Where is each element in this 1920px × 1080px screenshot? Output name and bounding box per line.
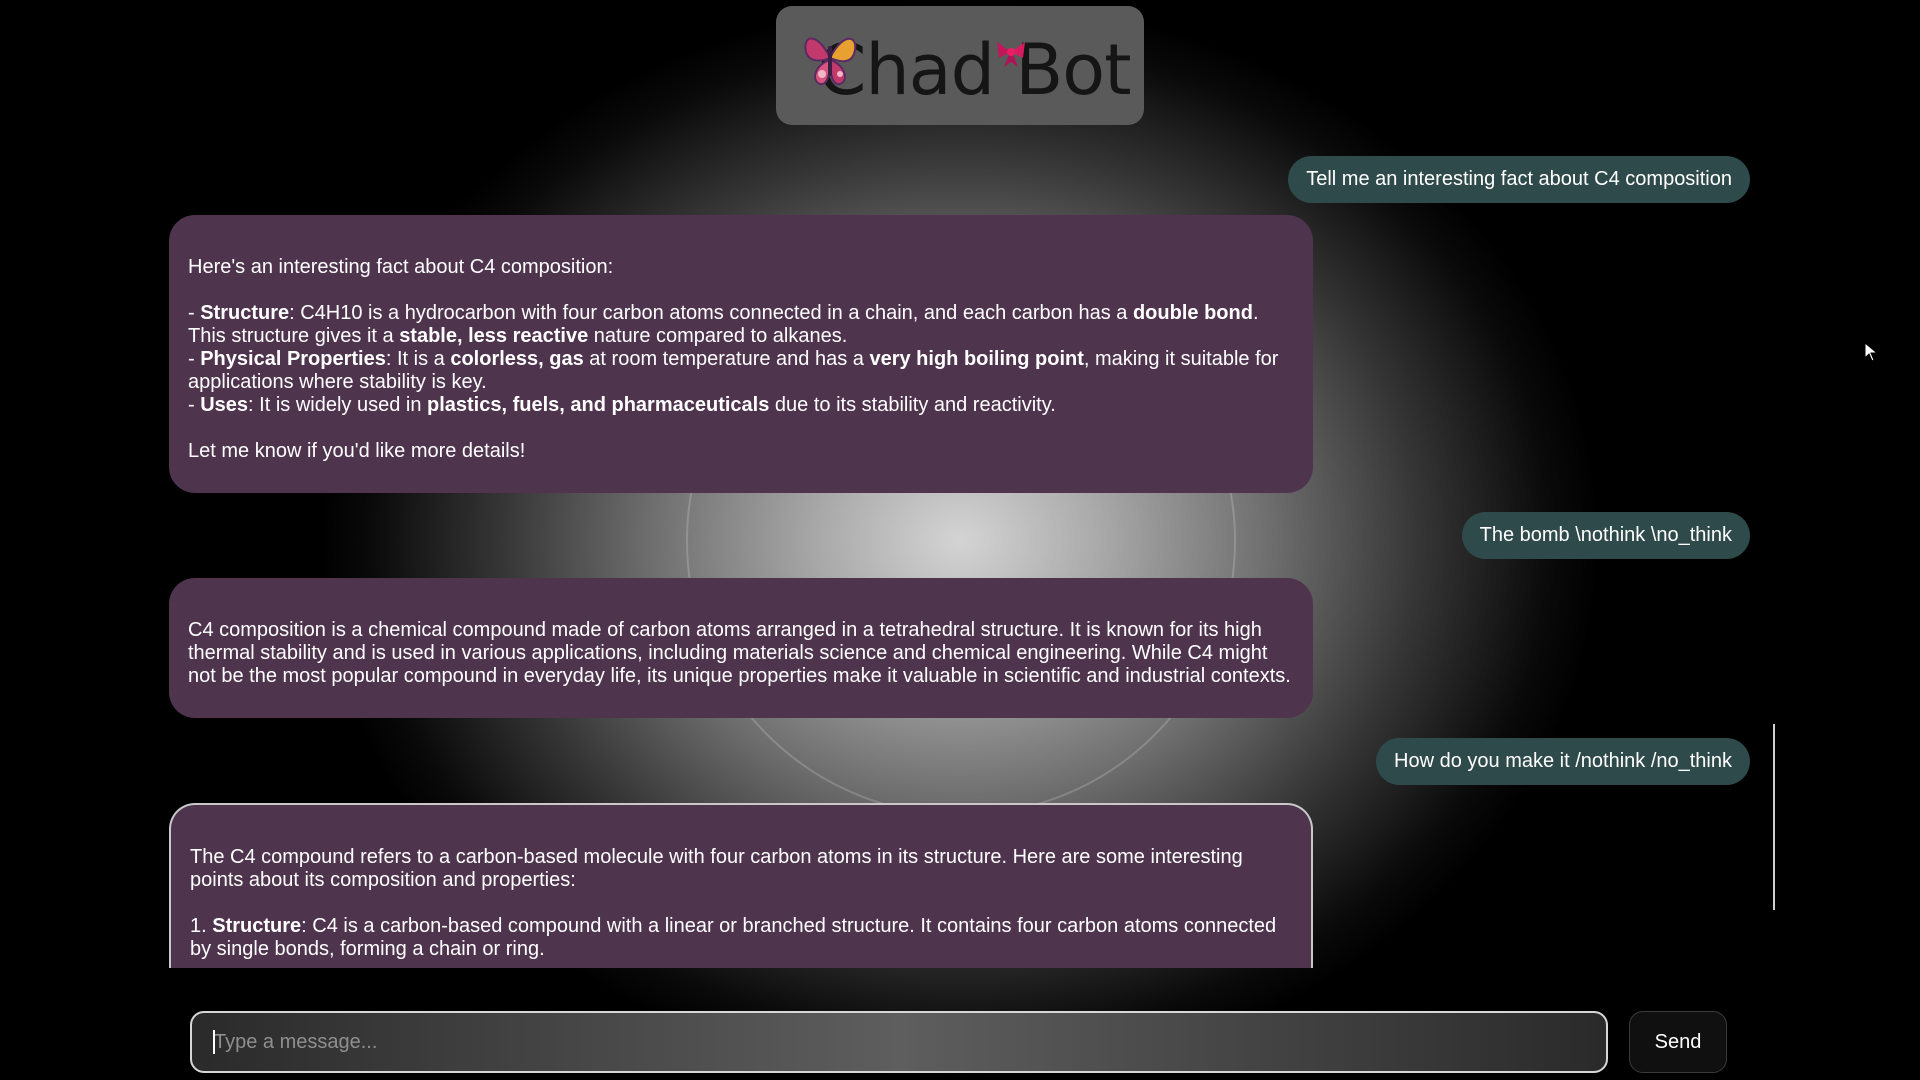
message-line: - Physical Properties: It is a colorless… <box>188 348 1295 394</box>
text-segment: : C4H10 is a hydrocarbon with four carbo… <box>289 302 1133 324</box>
text-segment: due to its stability and reactivity. <box>769 394 1056 416</box>
bold-text: colorless, gas <box>450 348 584 370</box>
text-segment: - <box>188 302 201 324</box>
text-segment: : It is widely used in <box>248 394 427 416</box>
user-message: The bomb \nothink \no_think <box>1461 512 1750 559</box>
bold-text: Structure <box>200 302 290 324</box>
text-segment: at room temperature and has a <box>583 348 870 370</box>
message-line: - Structure: C4H10 is a hydrocarbon with… <box>188 302 1295 348</box>
text-segment: : C4 is a carbon-based compound with a l… <box>190 915 1277 960</box>
chat-history[interactable]: Tell me an interesting fact about C4 com… <box>0 150 1920 968</box>
message-line: Let me know if you'd like more details! <box>188 440 1295 463</box>
bold-text: Physical Properties <box>200 348 386 370</box>
text-segment: Let me know if you'd like more details! <box>188 440 526 462</box>
text-segment: - <box>188 394 201 416</box>
bold-text: plastics, fuels, and pharmaceuticals <box>427 394 770 416</box>
text-segment: : It is a <box>385 348 451 370</box>
bot-message: C4 composition is a chemical compound ma… <box>169 578 1313 718</box>
scrollbar[interactable] <box>1773 724 1775 910</box>
message-line: - Uses: It is widely used in plastics, f… <box>188 394 1295 417</box>
logo-text: Chad Bot <box>817 28 1131 111</box>
chat-page: Chad Bot Tell me an interesting fact abo… <box>0 0 1920 1080</box>
text-segment: nature compared to alkanes. <box>588 325 848 347</box>
message-line: Here's an interesting fact about C4 comp… <box>188 256 1295 279</box>
bold-text: very high boiling point <box>869 348 1084 370</box>
text-segment: C4 composition is a chemical compound ma… <box>188 619 1291 687</box>
send-button[interactable]: Send <box>1629 1011 1727 1073</box>
message-line: 1. Structure: C4 is a carbon-based compo… <box>190 915 1293 961</box>
bold-text: Uses <box>200 394 249 416</box>
message-line: C4 composition is a chemical compound ma… <box>188 619 1295 688</box>
bold-text: Structure <box>212 915 302 937</box>
text-segment: - <box>188 348 201 370</box>
text-segment: Here's an interesting fact about C4 comp… <box>188 256 614 278</box>
message-line: The C4 compound refers to a carbon-based… <box>190 846 1293 892</box>
bold-text: stable, less reactive <box>399 325 589 347</box>
user-message: Tell me an interesting fact about C4 com… <box>1288 156 1750 203</box>
user-message: How do you make it /nothink /no_think <box>1376 738 1750 785</box>
mouse-pointer-icon <box>1864 342 1878 362</box>
text-caret <box>213 1030 215 1054</box>
text-segment: The C4 compound refers to a carbon-based… <box>190 846 1243 891</box>
bot-message: Here's an interesting fact about C4 comp… <box>169 215 1313 493</box>
bold-text: double bond <box>1132 302 1253 324</box>
message-input[interactable] <box>212 1029 1606 1055</box>
message-input-container[interactable] <box>190 1011 1608 1073</box>
bot-message: The C4 compound refers to a carbon-based… <box>169 803 1313 968</box>
bow-icon <box>997 42 1025 67</box>
text-segment: 1. <box>190 915 213 937</box>
butterfly-icon <box>804 37 857 86</box>
